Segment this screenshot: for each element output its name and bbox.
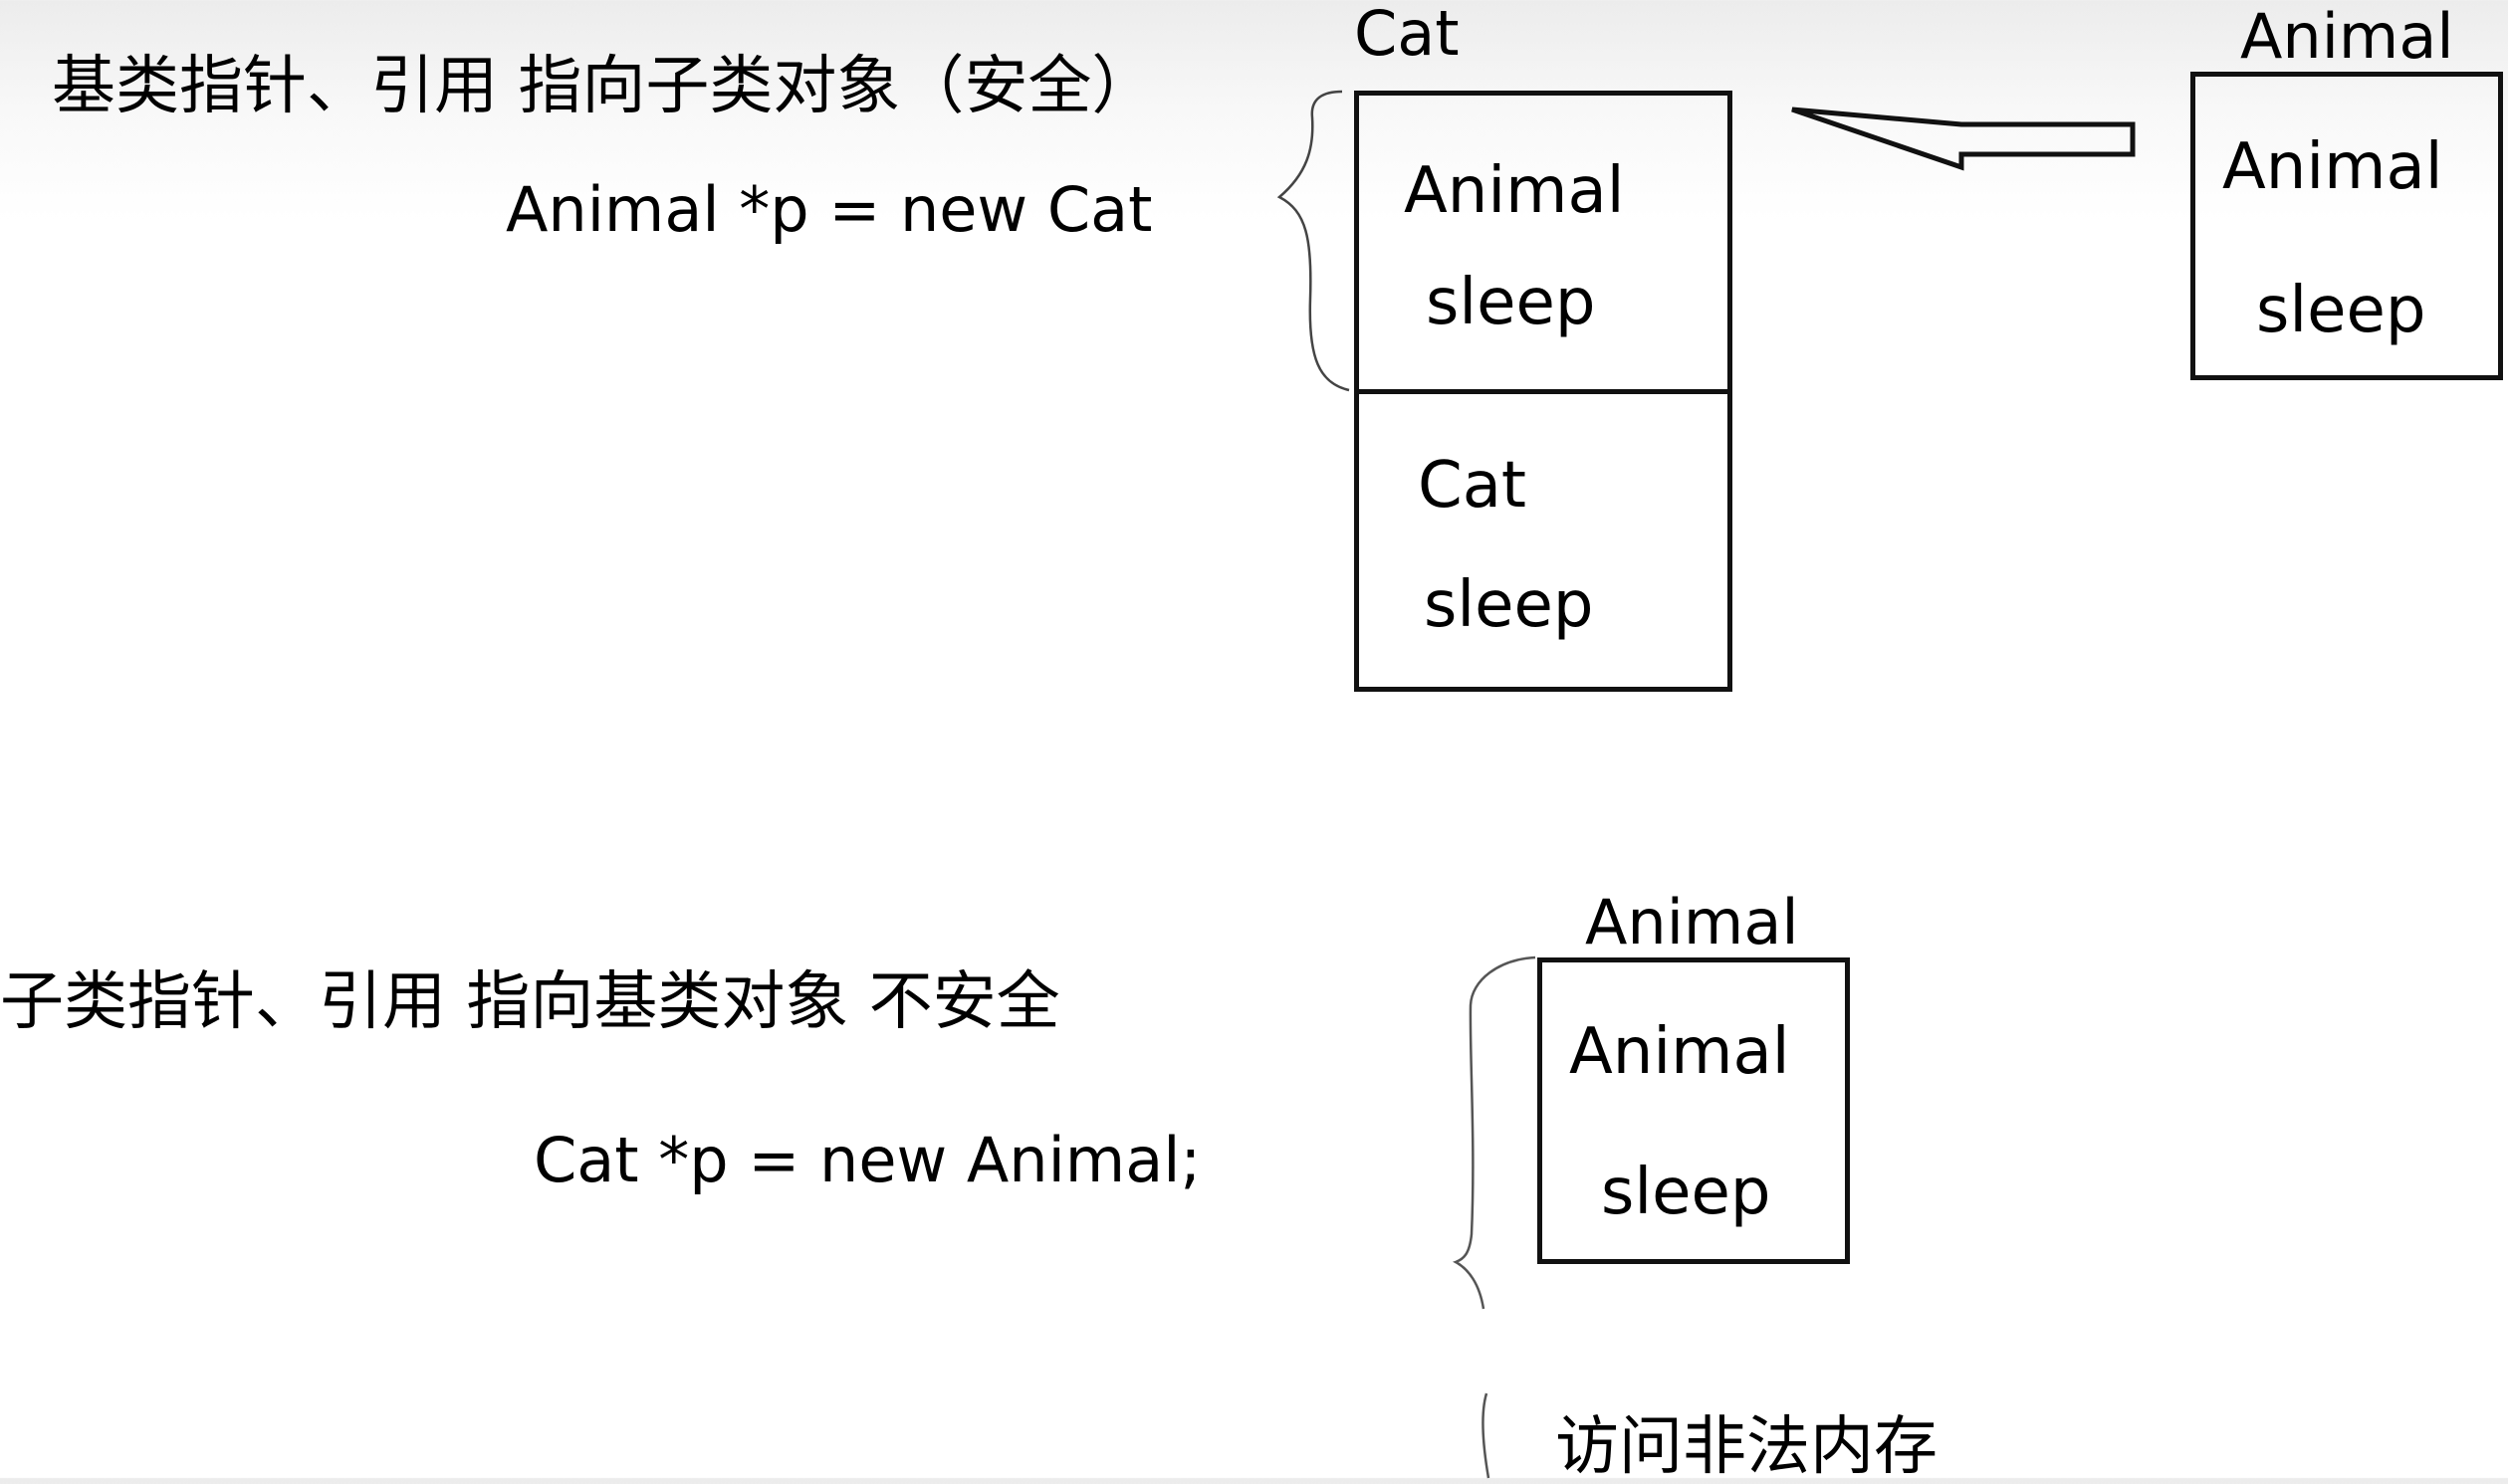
animal-object-title: Animal (2240, 0, 2454, 73)
left-arrow (1791, 106, 2136, 171)
bottom-animal-method: sleep (1601, 1156, 1771, 1229)
safe-code-line: Animal *p = new Cat (506, 173, 1153, 246)
bottom-animal-class: Animal (1569, 1015, 1790, 1089)
animal-object-method: sleep (2256, 274, 2426, 347)
illegal-memory-note: 访问非法内存 (1555, 1410, 1938, 1484)
diagram-decorations (1276, 90, 2136, 1479)
unsafe-code-line: Cat *p = new Animal; (534, 1124, 1202, 1196)
cat-object-base-class: Animal (1404, 154, 1625, 228)
cat-object-derived-method: sleep (1424, 568, 1594, 642)
safe-heading: 基类指针、引用 指向子类对象（安全） (52, 50, 1156, 123)
cat-object-base-method: sleep (1426, 266, 1596, 339)
cat-object-divider (1354, 389, 1732, 394)
bottom-animal-title: Animal (1585, 886, 1799, 958)
cat-object-derived-class: Cat (1418, 449, 1526, 523)
animal-object-class: Animal (2222, 130, 2443, 204)
unsafe-heading: 子类指针、引用 指向基类对象 不安全 (0, 965, 1060, 1039)
note-bracket (1482, 1392, 1490, 1479)
cat-object-title: Cat (1354, 0, 1460, 70)
bottom-brace (1452, 955, 1536, 1310)
top-brace (1276, 90, 1350, 392)
